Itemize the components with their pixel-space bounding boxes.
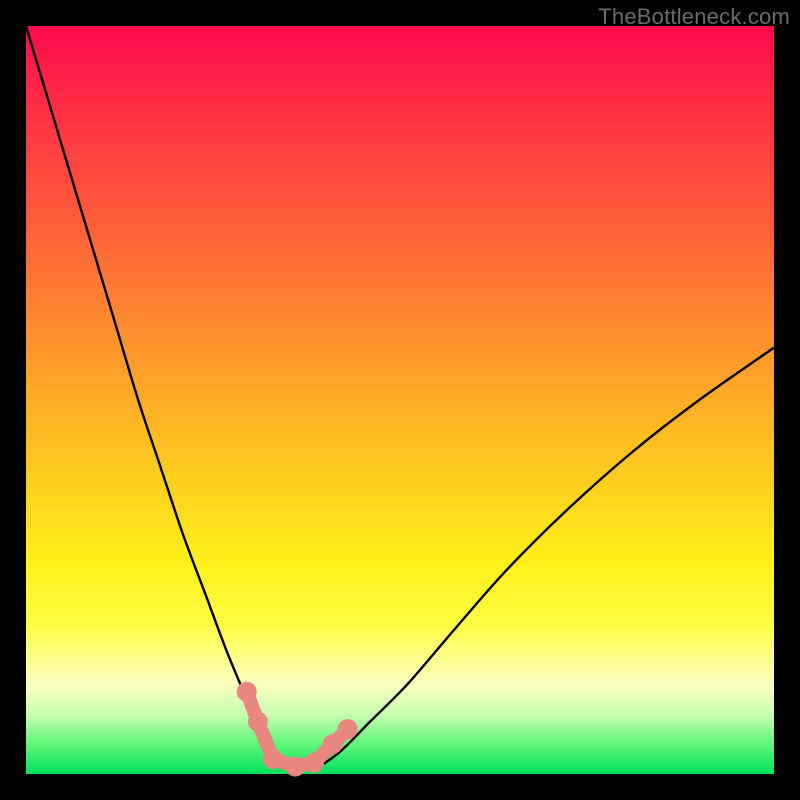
plot-area [26,26,774,774]
annotation-dot [338,719,358,739]
annotation-dot [237,682,257,702]
bottleneck-curve [26,26,774,770]
annotation-dot [285,757,305,777]
chart-stage: TheBottleneck.com [0,0,800,800]
annotation-dot [263,749,283,769]
annotation-dot [323,734,343,754]
annotation-dot [304,753,324,773]
preset-annotation [237,682,358,777]
annotation-dot [248,712,268,732]
curve-svg [26,26,774,774]
